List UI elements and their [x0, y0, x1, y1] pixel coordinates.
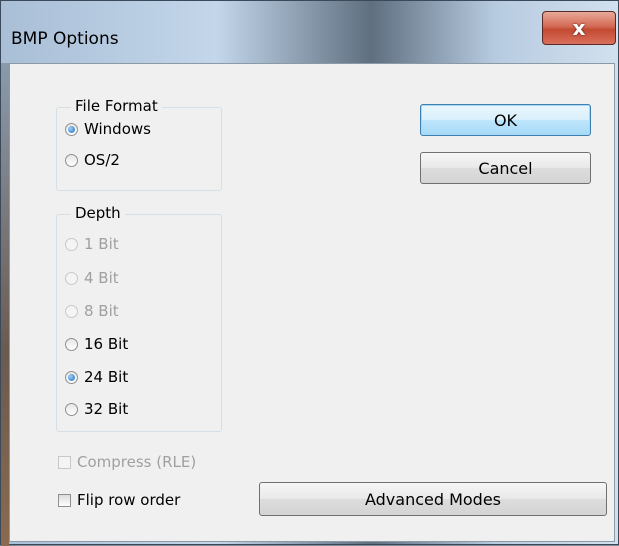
compress-rle-checkbox[interactable]: Compress (RLE) — [58, 453, 196, 471]
radio-16-bit-indicator[interactable] — [65, 337, 78, 351]
file-format-group: File Format Windows OS/2 — [56, 97, 222, 191]
radio-4-bit-label: 4 Bit — [84, 269, 119, 287]
flip-row-order-label: Flip row order — [77, 491, 181, 509]
radio-1-bit-indicator[interactable] — [65, 237, 78, 251]
compress-rle-box[interactable] — [58, 455, 71, 469]
radio-windows-label: Windows — [84, 120, 151, 138]
close-button[interactable]: x — [542, 11, 616, 45]
ok-button[interactable]: OK — [420, 104, 591, 136]
radio-8-bit-indicator[interactable] — [65, 304, 78, 318]
advanced-modes-button[interactable]: Advanced Modes — [259, 482, 607, 516]
radio-os2-label: OS/2 — [84, 151, 120, 169]
title-bar[interactable]: BMP Options x — [1, 1, 619, 63]
radio-32-bit-indicator[interactable] — [65, 402, 78, 416]
radio-8-bit-label: 8 Bit — [84, 302, 119, 320]
radio-8-bit[interactable]: 8 Bit — [65, 302, 119, 320]
radio-windows[interactable]: Windows — [65, 120, 151, 138]
radio-1-bit-label: 1 Bit — [84, 235, 119, 253]
radio-4-bit[interactable]: 4 Bit — [65, 269, 119, 287]
radio-32-bit-label: 32 Bit — [84, 400, 129, 418]
radio-24-bit-indicator[interactable] — [65, 370, 78, 384]
compress-rle-label: Compress (RLE) — [77, 453, 197, 471]
radio-16-bit[interactable]: 16 Bit — [65, 335, 128, 353]
radio-os2-indicator[interactable] — [65, 153, 78, 167]
radio-16-bit-label: 16 Bit — [84, 335, 129, 353]
bmp-options-dialog: BMP Options x File Format Windows OS/2 D… — [0, 0, 619, 546]
depth-group: Depth 1 Bit 4 Bit 8 Bit 16 Bit 24 Bit 32… — [56, 204, 222, 432]
radio-os2[interactable]: OS/2 — [65, 151, 120, 169]
radio-24-bit[interactable]: 24 Bit — [65, 368, 128, 386]
radio-4-bit-indicator[interactable] — [65, 271, 78, 285]
window-border — [1, 63, 9, 546]
flip-row-order-box[interactable] — [58, 493, 71, 507]
radio-24-bit-label: 24 Bit — [84, 368, 129, 386]
flip-row-order-checkbox[interactable]: Flip row order — [58, 491, 180, 509]
depth-legend: Depth — [71, 204, 125, 222]
window-title: BMP Options — [11, 29, 119, 49]
radio-32-bit[interactable]: 32 Bit — [65, 400, 128, 418]
radio-1-bit[interactable]: 1 Bit — [65, 235, 119, 253]
close-icon: x — [572, 16, 586, 40]
file-format-legend: File Format — [71, 97, 162, 115]
dialog-client-area: File Format Windows OS/2 Depth 1 Bit 4 B… — [9, 63, 615, 542]
cancel-button[interactable]: Cancel — [420, 152, 591, 184]
radio-windows-indicator[interactable] — [65, 122, 78, 136]
